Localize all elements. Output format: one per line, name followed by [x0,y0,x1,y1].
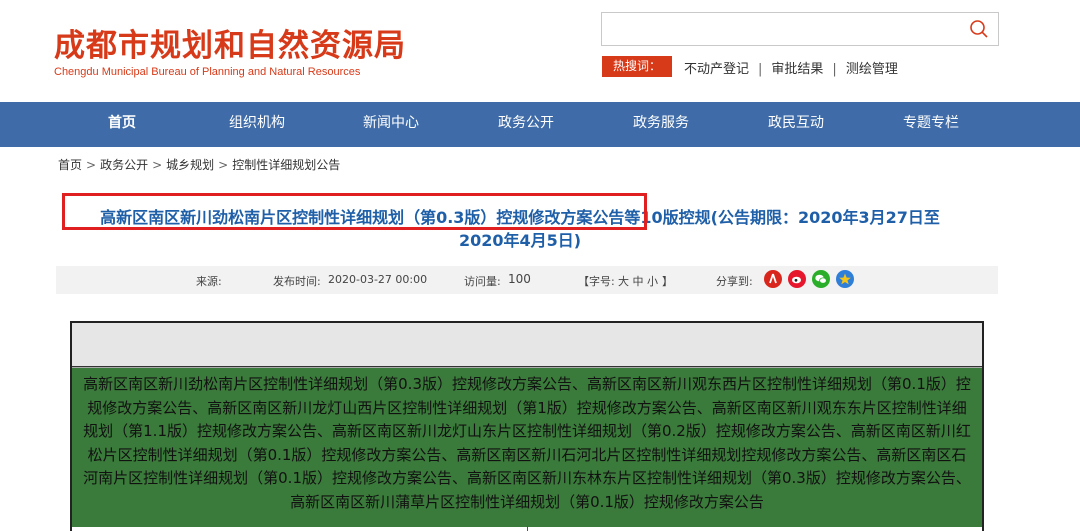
site-header: 成都市规划和自然资源局 Chengdu Municipal Bureau of … [0,0,1080,102]
breadcrumb: 首页 > 政务公开 > 城乡规划 > 控制性详细规划公告 [58,156,340,173]
font-size-close: 】 [662,275,673,288]
notice-table-cell: 高新区南区新川劲松南片区控制性详细规划（第0.3版）控规修改方案公告、高新区南区… [72,367,982,527]
views-label: 访问量: [464,275,501,288]
search-input[interactable] [601,12,999,46]
article-title-line2: 2020年4月5日) [458,231,582,250]
hot-link-surveying[interactable]: 测绘管理 [846,62,898,77]
nav-item-gov-services[interactable]: 政务服务 [601,102,721,147]
renmin-icon[interactable] [764,270,782,288]
nav-item-special-topics[interactable]: 专题专栏 [871,102,991,147]
hot-search-label: 热搜词： [602,56,672,77]
main-nav: 首页 组织机构 新闻中心 政务公开 政务服务 政民互动 专题专栏 [0,102,1080,147]
weibo-icon[interactable] [788,270,806,288]
nav-item-news[interactable]: 新闻中心 [331,102,451,147]
font-size-options[interactable]: 大 中 小 [618,273,658,289]
search-icon[interactable] [969,19,989,39]
source-label: 来源: [196,275,222,288]
breadcrumb-separator: > [152,158,163,172]
notice-table-text: 高新区南区新川劲松南片区控制性详细规划（第0.3版）控规修改方案公告、高新区南区… [83,375,971,511]
hot-link-separator: | [758,62,763,77]
publish-time: 2020-03-27 00:00 [328,273,428,286]
breadcrumb-urban-planning[interactable]: 城乡规划 [166,158,214,172]
wechat-icon[interactable] [812,270,830,288]
article-meta-bar: 来源: 发布时间: 2020-03-27 00:00 访问量: 100 【字号:… [56,266,998,294]
nav-item-gov-affairs[interactable]: 政务公开 [466,102,586,147]
notice-table: 高新区南区新川劲松南片区控制性详细规划（第0.3版）控规修改方案公告、高新区南区… [70,321,984,531]
nav-item-interaction[interactable]: 政民互动 [736,102,856,147]
breadcrumb-separator: > [218,158,229,172]
breadcrumb-gov-affairs[interactable]: 政务公开 [100,158,148,172]
breadcrumb-home[interactable]: 首页 [58,158,82,172]
publish-time-label: 发布时间: [273,275,321,288]
highlight-box [62,193,647,230]
hot-link-approval[interactable]: 审批结果 [771,62,823,77]
views-count: 100 [508,272,531,286]
qzone-icon[interactable] [836,270,854,288]
site-logo-english: Chengdu Municipal Bureau of Planning and… [54,66,361,78]
font-size-label: 【字号: [578,275,615,288]
nav-item-home[interactable]: 首页 [62,102,182,147]
table-column-divider [527,526,528,531]
nav-item-organization[interactable]: 组织机构 [197,102,317,147]
site-logo-chinese[interactable]: 成都市规划和自然资源局 [54,20,406,65]
share-label: 分享到: [716,275,753,288]
hot-link-real-estate[interactable]: 不动产登记 [684,62,749,77]
hot-search-links: 不动产登记 | 审批结果 | 测绘管理 [684,58,898,77]
breadcrumb-separator: > [86,158,97,172]
notice-table-header [72,323,982,367]
breadcrumb-current[interactable]: 控制性详细规划公告 [232,158,340,172]
hot-link-separator: | [832,62,837,77]
